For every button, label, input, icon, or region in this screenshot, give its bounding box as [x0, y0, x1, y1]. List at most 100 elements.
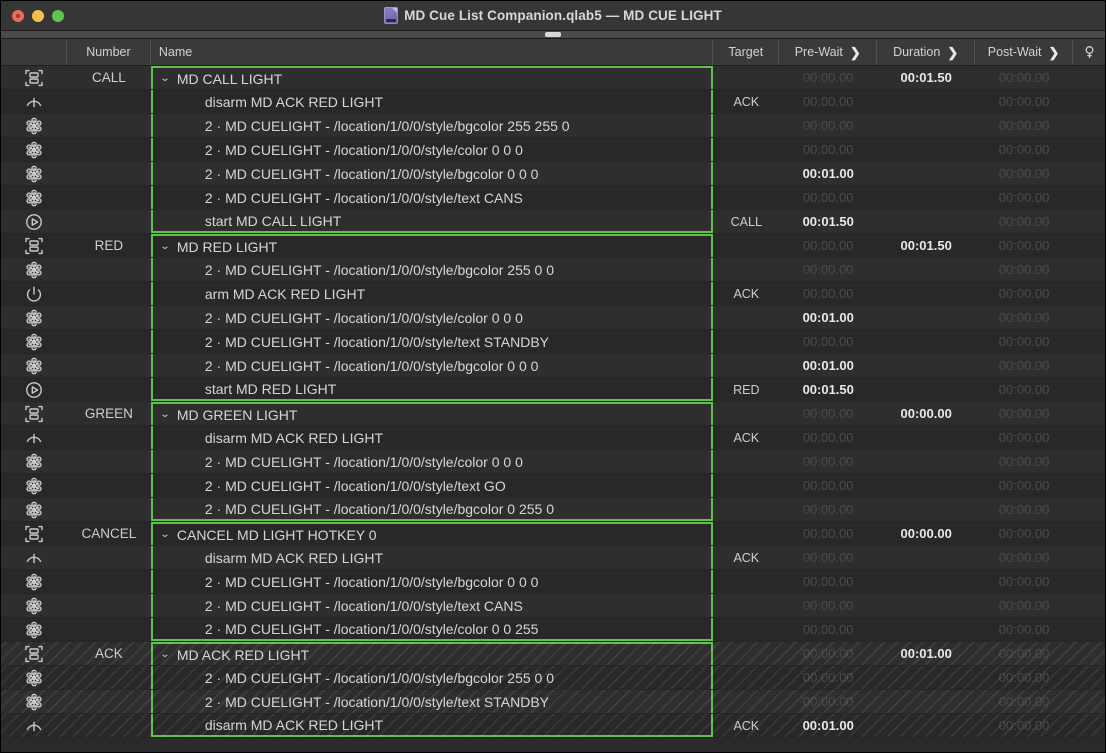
cue-name-cell[interactable]: 2 · MD CUELIGHT - /location/1/0/0/style/…	[151, 330, 713, 353]
cue-continue-cell[interactable]	[1073, 426, 1105, 449]
cue-duration[interactable]	[877, 426, 975, 449]
cue-number-cell[interactable]	[67, 594, 151, 617]
cue-duration[interactable]	[877, 570, 975, 593]
cue-type-icon-cell[interactable]	[1, 138, 67, 161]
cue-number-cell[interactable]: CANCEL	[67, 522, 151, 545]
cue-pre-wait[interactable]: 00:00.00	[779, 642, 877, 665]
cue-duration[interactable]	[877, 282, 975, 305]
cue-row[interactable]: disarm MD ACK RED LIGHT ACK00:01.0000:00…	[1, 714, 1105, 738]
cue-post-wait[interactable]: 00:00.00	[975, 330, 1073, 353]
cue-name-cell[interactable]: 2 · MD CUELIGHT - /location/1/0/0/style/…	[151, 114, 713, 137]
cue-name-cell[interactable]: disarm MD ACK RED LIGHT	[151, 426, 713, 449]
cue-row[interactable]: GREEN ⌄MD GREEN LIGHT 00:00.0000:00.0000…	[1, 402, 1105, 426]
cue-continue-cell[interactable]	[1073, 210, 1105, 233]
cue-pre-wait[interactable]: 00:00.00	[779, 474, 877, 497]
cue-pre-wait[interactable]: 00:00.00	[779, 450, 877, 473]
cue-name-cell[interactable]: ⌄MD ACK RED LIGHT	[151, 642, 713, 665]
cue-number-cell[interactable]	[67, 498, 151, 521]
cue-row[interactable]: start MD RED LIGHT RED00:01.5000:00.00	[1, 378, 1105, 402]
cue-duration[interactable]	[877, 258, 975, 281]
cue-row[interactable]: 2 · MD CUELIGHT - /location/1/0/0/style/…	[1, 354, 1105, 378]
cue-post-wait[interactable]: 00:00.00	[975, 378, 1073, 401]
cue-post-wait[interactable]: 00:00.00	[975, 258, 1073, 281]
cue-name-cell[interactable]: ⌄MD CALL LIGHT	[151, 66, 713, 89]
cue-pre-wait[interactable]: 00:00.00	[779, 618, 877, 641]
cue-type-icon-cell[interactable]	[1, 618, 67, 641]
cue-number-cell[interactable]	[67, 570, 151, 593]
cue-type-icon-cell[interactable]	[1, 666, 67, 689]
cue-number-cell[interactable]	[67, 618, 151, 641]
cue-post-wait[interactable]: 00:00.00	[975, 210, 1073, 233]
cue-pre-wait[interactable]: 00:01.50	[779, 378, 877, 401]
close-button[interactable]	[12, 10, 24, 22]
cue-row[interactable]: 2 · MD CUELIGHT - /location/1/0/0/style/…	[1, 594, 1105, 618]
cue-pre-wait[interactable]: 00:00.00	[779, 522, 877, 545]
cue-continue-cell[interactable]	[1073, 306, 1105, 329]
cue-duration[interactable]	[877, 450, 975, 473]
cue-name-cell[interactable]: ⌄CANCEL MD LIGHT HOTKEY 0	[151, 522, 713, 545]
cue-pre-wait[interactable]: 00:00.00	[779, 186, 877, 209]
cue-pre-wait[interactable]: 00:00.00	[779, 690, 877, 713]
cue-post-wait[interactable]: 00:00.00	[975, 138, 1073, 161]
cue-pre-wait[interactable]: 00:00.00	[779, 330, 877, 353]
disclosure-triangle-icon[interactable]: ⌄	[160, 241, 173, 252]
cue-name-cell[interactable]: start MD CALL LIGHT	[151, 210, 713, 233]
cue-continue-cell[interactable]	[1073, 330, 1105, 353]
column-header-number[interactable]: Number	[67, 39, 151, 65]
cue-type-icon-cell[interactable]	[1, 522, 67, 545]
cue-target-cell[interactable]	[713, 306, 779, 329]
cue-target-cell[interactable]	[713, 618, 779, 641]
cue-post-wait[interactable]: 00:00.00	[975, 402, 1073, 425]
cue-type-icon-cell[interactable]	[1, 690, 67, 713]
cue-duration[interactable]	[877, 714, 975, 737]
disclosure-triangle-icon[interactable]: ⌄	[160, 649, 173, 660]
cue-target-cell[interactable]	[713, 330, 779, 353]
cue-post-wait[interactable]: 00:00.00	[975, 522, 1073, 545]
cue-name-cell[interactable]: 2 · MD CUELIGHT - /location/1/0/0/style/…	[151, 498, 713, 521]
cue-pre-wait[interactable]: 00:01.00	[779, 306, 877, 329]
cue-continue-cell[interactable]	[1073, 522, 1105, 545]
cue-duration[interactable]	[877, 690, 975, 713]
cue-pre-wait[interactable]: 00:00.00	[779, 138, 877, 161]
column-header-post-wait[interactable]: Post-Wait ❯	[975, 39, 1073, 65]
cue-name-cell[interactable]: 2 · MD CUELIGHT - /location/1/0/0/style/…	[151, 594, 713, 617]
cue-type-icon-cell[interactable]	[1, 714, 67, 737]
cue-post-wait[interactable]: 00:00.00	[975, 234, 1073, 257]
pane-drag-handle[interactable]	[545, 32, 561, 37]
cue-target-cell[interactable]: ACK	[713, 426, 779, 449]
cue-number-cell[interactable]	[67, 690, 151, 713]
cue-number-cell[interactable]	[67, 90, 151, 113]
cue-row[interactable]: ACK ⌄MD ACK RED LIGHT 00:00.0000:01.0000…	[1, 642, 1105, 666]
cue-type-icon-cell[interactable]	[1, 258, 67, 281]
column-header-icon[interactable]	[1, 39, 67, 65]
cue-type-icon-cell[interactable]	[1, 354, 67, 377]
cue-name-cell[interactable]: 2 · MD CUELIGHT - /location/1/0/0/style/…	[151, 570, 713, 593]
cue-number-cell[interactable]	[67, 306, 151, 329]
cue-row[interactable]: 2 · MD CUELIGHT - /location/1/0/0/style/…	[1, 306, 1105, 330]
cue-type-icon-cell[interactable]	[1, 642, 67, 665]
cue-type-icon-cell[interactable]	[1, 378, 67, 401]
cue-duration[interactable]	[877, 306, 975, 329]
cue-post-wait[interactable]: 00:00.00	[975, 546, 1073, 569]
cue-name-cell[interactable]: 2 · MD CUELIGHT - /location/1/0/0/style/…	[151, 354, 713, 377]
disclosure-triangle-icon[interactable]: ⌄	[160, 529, 173, 540]
cue-row[interactable]: 2 · MD CUELIGHT - /location/1/0/0/style/…	[1, 138, 1105, 162]
cue-type-icon-cell[interactable]	[1, 306, 67, 329]
column-header-pre-wait[interactable]: Pre-Wait ❯	[779, 39, 877, 65]
cue-pre-wait[interactable]: 00:00.00	[779, 234, 877, 257]
cue-name-cell[interactable]: 2 · MD CUELIGHT - /location/1/0/0/style/…	[151, 474, 713, 497]
cue-number-cell[interactable]: CALL	[67, 66, 151, 89]
cue-post-wait[interactable]: 00:00.00	[975, 474, 1073, 497]
cue-pre-wait[interactable]: 00:01.50	[779, 210, 877, 233]
cue-continue-cell[interactable]	[1073, 186, 1105, 209]
cue-row[interactable]: 2 · MD CUELIGHT - /location/1/0/0/style/…	[1, 162, 1105, 186]
cue-duration[interactable]	[877, 90, 975, 113]
cue-target-cell[interactable]	[713, 666, 779, 689]
cue-name-cell[interactable]: 2 · MD CUELIGHT - /location/1/0/0/style/…	[151, 258, 713, 281]
cue-target-cell[interactable]	[713, 138, 779, 161]
cue-name-cell[interactable]: disarm MD ACK RED LIGHT	[151, 546, 713, 569]
minimize-button[interactable]	[32, 10, 44, 22]
cuelist-table[interactable]: CALL ⌄MD CALL LIGHT 00:00.0000:01.5000:0…	[1, 66, 1105, 752]
cue-continue-cell[interactable]	[1073, 666, 1105, 689]
cue-number-cell[interactable]: ACK	[67, 642, 151, 665]
